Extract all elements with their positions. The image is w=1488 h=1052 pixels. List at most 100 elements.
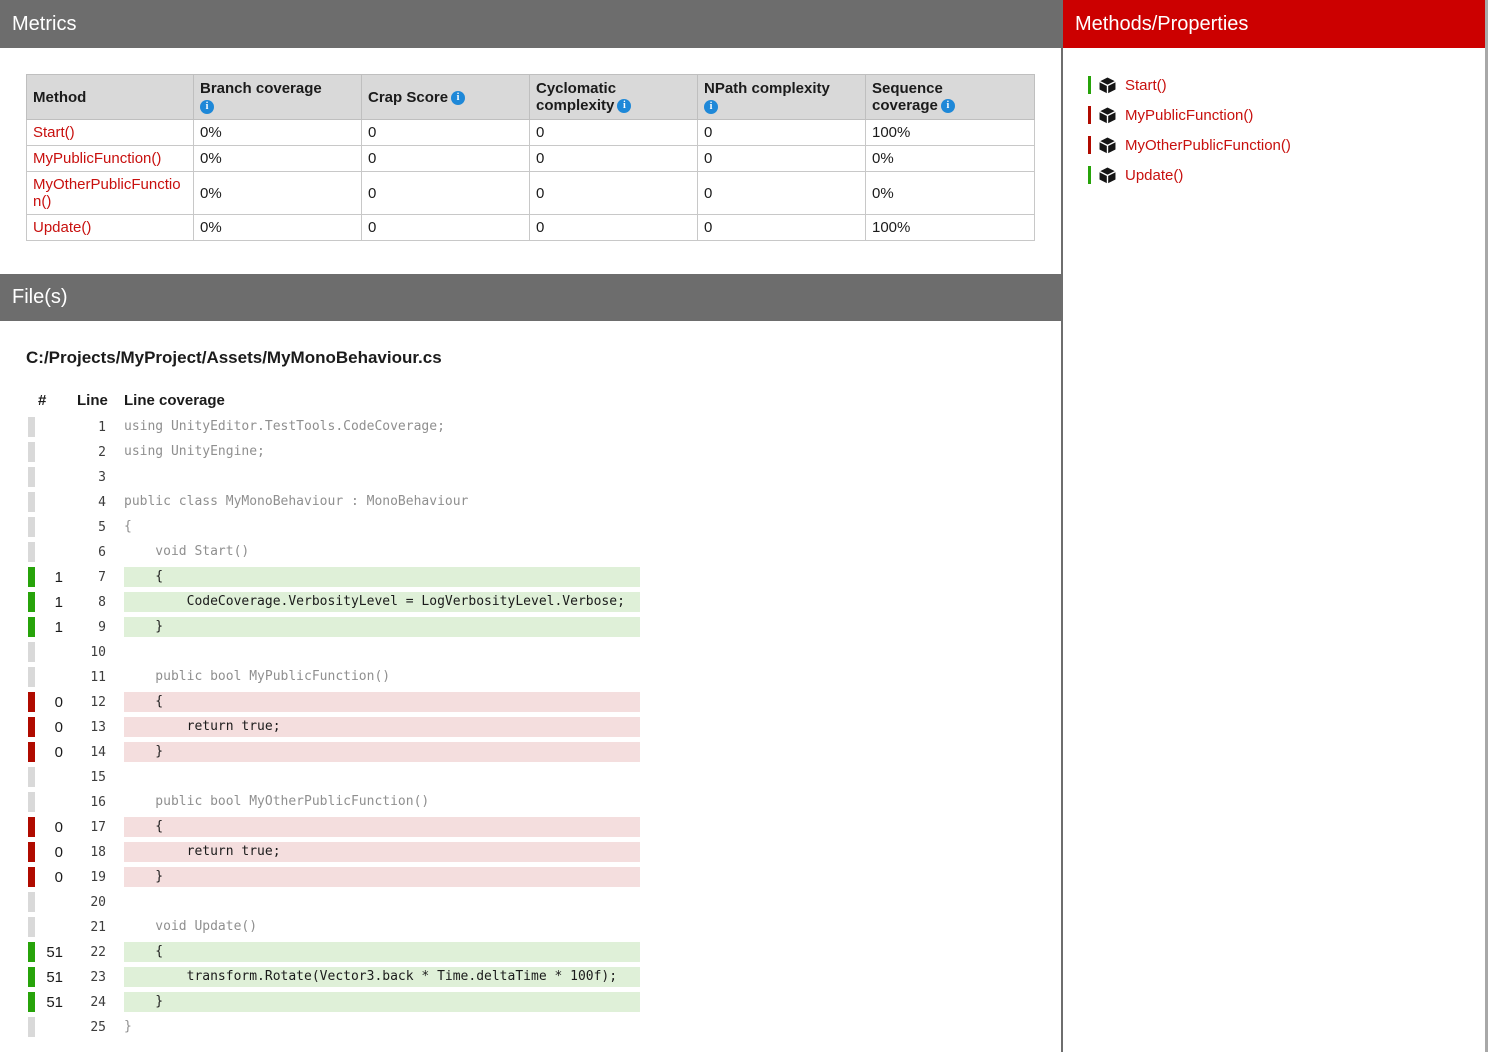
- coverage-indicator-bar: [28, 517, 35, 537]
- code-text: }: [124, 992, 640, 1012]
- code-line-row: 3: [28, 467, 640, 487]
- code-text: return true;: [124, 842, 640, 862]
- method-link[interactable]: Start(): [33, 124, 75, 141]
- method-link[interactable]: MyOtherPublicFunction(): [33, 176, 181, 210]
- metrics-value-cell: 0%: [194, 172, 362, 215]
- hit-count: 1: [35, 592, 63, 612]
- sidebar-method-item[interactable]: MyPublicFunction(): [1063, 100, 1485, 130]
- metrics-value-cell: 0: [698, 215, 866, 241]
- sidebar-method-item[interactable]: Start(): [1063, 70, 1485, 100]
- line-number: 8: [63, 592, 106, 612]
- line-number: 2: [63, 442, 106, 462]
- code-text: [124, 767, 640, 787]
- metrics-row: Update()0%000100%: [27, 215, 1035, 241]
- code-line-row: 2 using UnityEngine;: [28, 442, 640, 462]
- gap: [106, 542, 124, 562]
- methods-section-title: Methods/Properties: [1075, 13, 1248, 35]
- code-column-header-hits: #: [38, 392, 46, 409]
- gap: [106, 742, 124, 762]
- sidebar-method-link[interactable]: Start(): [1125, 77, 1167, 94]
- gap: [106, 592, 124, 612]
- info-icon[interactable]: i: [200, 100, 214, 114]
- metrics-column-label: Method: [33, 89, 86, 106]
- hit-count: [35, 1017, 63, 1037]
- line-number: 1: [63, 417, 106, 437]
- hit-count: 51: [35, 942, 63, 962]
- coverage-indicator-bar: [28, 967, 35, 987]
- gap: [106, 767, 124, 787]
- metrics-value-cell: 0: [362, 172, 530, 215]
- metrics-column-header-text: Branch coveragei: [200, 80, 355, 114]
- coverage-indicator-bar: [28, 867, 35, 887]
- metrics-value-cell: 0: [698, 146, 866, 172]
- code-text: }: [124, 617, 640, 637]
- gap: [106, 967, 124, 987]
- metrics-value-cell: 0%: [194, 215, 362, 241]
- code-line-row: 012 {: [28, 692, 640, 712]
- line-number: 17: [63, 817, 106, 837]
- info-icon[interactable]: i: [704, 100, 718, 114]
- hit-count: [35, 492, 63, 512]
- line-number: 6: [63, 542, 106, 562]
- code-line-row: 5{: [28, 517, 640, 537]
- code-text: [124, 467, 640, 487]
- gap: [106, 942, 124, 962]
- method-link[interactable]: MyPublicFunction(): [33, 150, 161, 167]
- hit-count: [35, 767, 63, 787]
- coverage-indicator-bar: [28, 742, 35, 762]
- metrics-column-header-text: NPath complexityi: [704, 80, 859, 114]
- coverage-indicator-bar: [28, 467, 35, 487]
- gap: [106, 842, 124, 862]
- code-line-row: 10: [28, 642, 640, 662]
- gap: [106, 692, 124, 712]
- coverage-indicator-bar: [28, 842, 35, 862]
- metrics-value-cell: 100%: [866, 120, 1035, 146]
- coverage-status-bar: [1088, 166, 1091, 184]
- coverage-status-bar: [1088, 136, 1091, 154]
- code-text: void Update(): [124, 917, 640, 937]
- files-section-header: File(s): [0, 274, 1061, 321]
- metrics-value-cell: 100%: [866, 215, 1035, 241]
- info-icon[interactable]: i: [451, 91, 465, 105]
- coverage-indicator-bar: [28, 817, 35, 837]
- metrics-row: MyPublicFunction()0%0000%: [27, 146, 1035, 172]
- code-text: using UnityEngine;: [124, 442, 640, 462]
- gap: [106, 1017, 124, 1037]
- cube-icon: [1099, 137, 1116, 154]
- line-number: 3: [63, 467, 106, 487]
- code-line-row: 4public class MyMonoBehaviour : MonoBeha…: [28, 492, 640, 512]
- line-number: 22: [63, 942, 106, 962]
- files-section-title: File(s): [12, 286, 68, 308]
- coverage-indicator-bar: [28, 992, 35, 1012]
- sidebar-method-link[interactable]: Update(): [1125, 167, 1183, 184]
- code-text: [124, 642, 640, 662]
- code-line-row: 25}: [28, 1017, 640, 1037]
- metrics-method-cell: MyOtherPublicFunction(): [27, 172, 194, 215]
- method-link[interactable]: Update(): [33, 219, 91, 236]
- gap: [106, 642, 124, 662]
- metrics-column-label: Sequence coverage: [872, 80, 943, 114]
- metrics-method-cell: MyPublicFunction(): [27, 146, 194, 172]
- info-icon[interactable]: i: [941, 99, 955, 113]
- metrics-value-cell: 0: [698, 120, 866, 146]
- metrics-section-title: Metrics: [12, 13, 76, 35]
- hit-count: 51: [35, 992, 63, 1012]
- code-text: }: [124, 867, 640, 887]
- line-number: 7: [63, 567, 106, 587]
- code-text: {: [124, 692, 640, 712]
- line-number: 12: [63, 692, 106, 712]
- metrics-value-cell: 0: [530, 120, 698, 146]
- line-number: 18: [63, 842, 106, 862]
- sidebar-method-link[interactable]: MyOtherPublicFunction(): [1125, 137, 1291, 154]
- sidebar-method-item[interactable]: Update(): [1063, 160, 1485, 190]
- line-number: 20: [63, 892, 106, 912]
- code-line-row: 11 public bool MyPublicFunction(): [28, 667, 640, 687]
- hit-count: [35, 642, 63, 662]
- sidebar-method-item[interactable]: MyOtherPublicFunction(): [1063, 130, 1485, 160]
- sidebar-method-link[interactable]: MyPublicFunction(): [1125, 107, 1253, 124]
- metrics-table: MethodBranch coverageiCrap ScoreiCycloma…: [26, 74, 1035, 241]
- code-line-row: 21 void Update(): [28, 917, 640, 937]
- metrics-value-cell: 0%: [866, 172, 1035, 215]
- hit-count: 0: [35, 692, 63, 712]
- info-icon[interactable]: i: [617, 99, 631, 113]
